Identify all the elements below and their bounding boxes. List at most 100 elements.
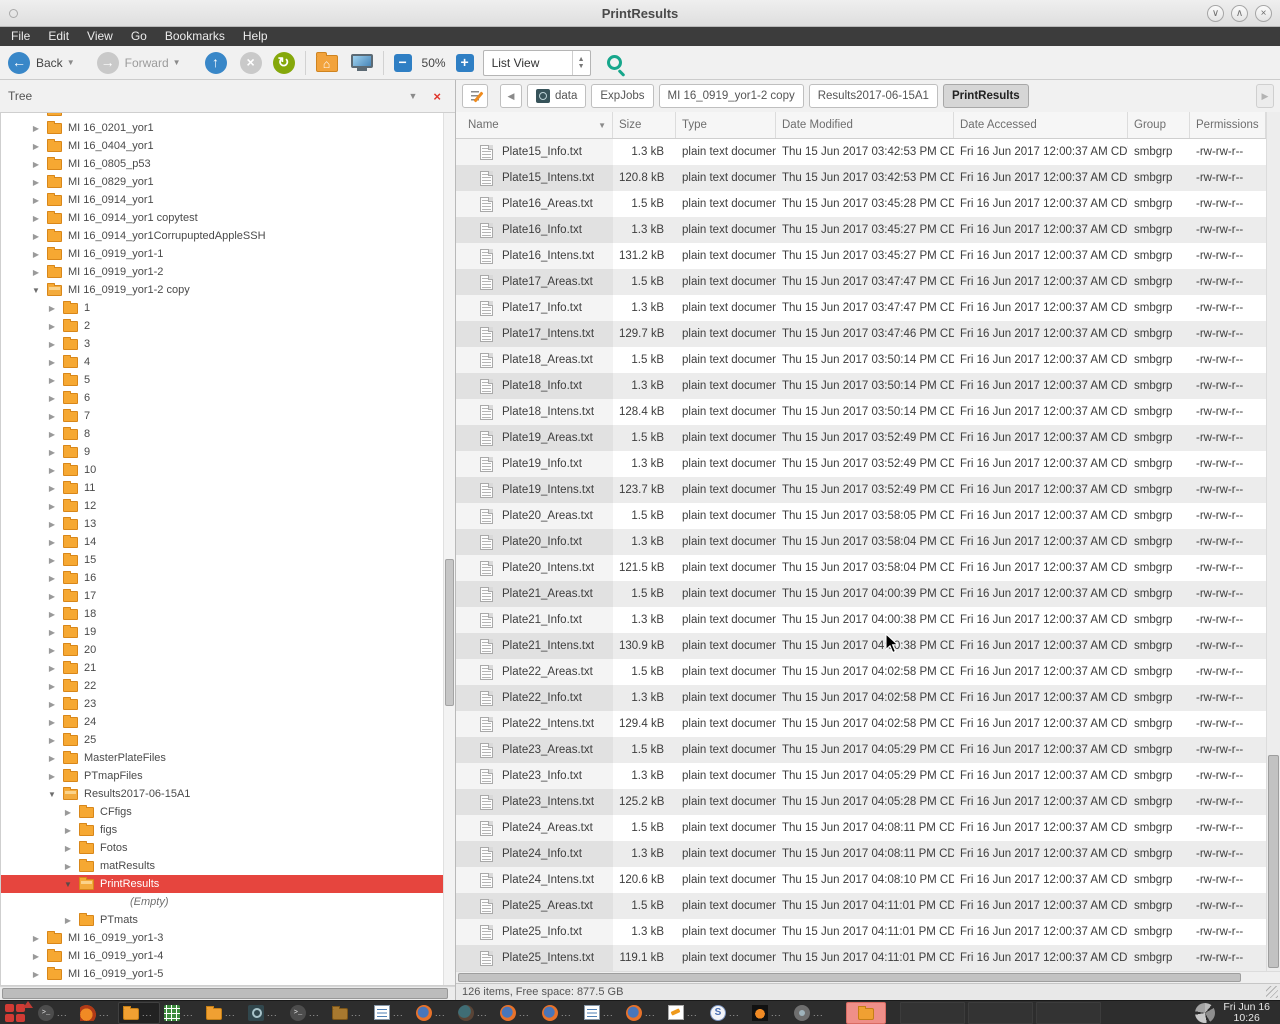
expand-expander-icon[interactable]: ▶ [47, 322, 57, 331]
menu-help[interactable]: Help [234, 27, 277, 46]
tree-item[interactable]: ▶Fotos [1, 839, 443, 857]
tree-item[interactable]: ▶14 [1, 533, 443, 551]
tree-item[interactable]: ▶11 [1, 479, 443, 497]
tree-item[interactable]: ▶CFfigs [1, 803, 443, 821]
expand-expander-icon[interactable]: ▶ [47, 718, 57, 727]
file-row[interactable]: Plate21_Areas.txt1.5 kBplain text docume… [456, 581, 1266, 607]
tree-item[interactable]: ▶MI 16_0914_yor1 copytest [1, 209, 443, 227]
expand-expander-icon[interactable]: ▶ [31, 952, 41, 961]
taskbar-window-button[interactable]: ... [76, 1002, 118, 1024]
tree-item[interactable] [1, 112, 443, 119]
tree-item[interactable]: ▶10 [1, 461, 443, 479]
expand-expander-icon[interactable]: ▶ [31, 178, 41, 187]
file-row[interactable]: Plate25_Info.txt1.3 kBplain text documen… [456, 919, 1266, 945]
expand-expander-icon[interactable]: ▶ [47, 412, 57, 421]
expand-expander-icon[interactable]: ▶ [63, 826, 73, 835]
tree-item[interactable]: ▶1 [1, 299, 443, 317]
expand-expander-icon[interactable]: ▶ [47, 304, 57, 313]
expand-expander-icon[interactable]: ▶ [31, 160, 41, 169]
column-header-group[interactable]: Group [1128, 112, 1190, 138]
tree-item[interactable]: ▶MI 16_0919_yor1-1 [1, 245, 443, 263]
file-row[interactable]: Plate20_Intens.txt121.5 kBplain text doc… [456, 555, 1266, 581]
launcher-logo-icon[interactable] [4, 1003, 30, 1023]
zoom-in-button[interactable]: + [456, 54, 474, 72]
tree-item[interactable]: ▶7 [1, 407, 443, 425]
breadcrumb-results2017-06-15a1[interactable]: Results2017-06-15A1 [809, 84, 938, 108]
computer-button[interactable] [351, 54, 373, 72]
collapse-expander-icon[interactable]: ▼ [47, 790, 57, 799]
taskbar-window-button[interactable]: ... [370, 1002, 412, 1024]
side-pane-dropdown-icon[interactable]: ▼ [398, 91, 427, 101]
file-row[interactable]: Plate21_Intens.txt130.9 kBplain text doc… [456, 633, 1266, 659]
column-header-name[interactable]: Name▼ [456, 112, 613, 138]
view-mode-spinner-icon[interactable]: ▲▼ [572, 51, 590, 75]
expand-expander-icon[interactable]: ▶ [63, 808, 73, 817]
refresh-button[interactable]: ↻ [273, 52, 295, 74]
column-header-accessed[interactable]: Date Accessed [954, 112, 1128, 138]
file-row[interactable]: Plate17_Info.txt1.3 kBplain text documen… [456, 295, 1266, 321]
file-row[interactable]: Plate23_Intens.txt125.2 kBplain text doc… [456, 789, 1266, 815]
taskbar-window-button[interactable]: ... [160, 1002, 202, 1024]
expand-expander-icon[interactable]: ▶ [47, 520, 57, 529]
tree-item[interactable]: ▶20 [1, 641, 443, 659]
file-row[interactable]: Plate23_Info.txt1.3 kBplain text documen… [456, 763, 1266, 789]
expand-expander-icon[interactable]: ▶ [31, 250, 41, 259]
taskbar-window-button[interactable]: >_... [34, 1002, 76, 1024]
tree-item[interactable]: ▶19 [1, 623, 443, 641]
file-row[interactable]: Plate15_Intens.txt120.8 kBplain text doc… [456, 165, 1266, 191]
taskbar-window-button[interactable]: ... [622, 1002, 664, 1024]
home-button[interactable]: ⌂ [316, 55, 338, 72]
expand-expander-icon[interactable]: ▶ [47, 394, 57, 403]
tree-item[interactable]: (Empty) [1, 893, 443, 911]
expand-expander-icon[interactable]: ▶ [47, 484, 57, 493]
tree-item[interactable]: ▼PrintResults [1, 875, 443, 893]
resize-grip[interactable] [1266, 986, 1278, 998]
file-row[interactable]: Plate18_Intens.txt128.4 kBplain text doc… [456, 399, 1266, 425]
tree-item[interactable]: ▶21 [1, 659, 443, 677]
expand-expander-icon[interactable]: ▶ [47, 754, 57, 763]
up-button[interactable]: ↑ [205, 52, 227, 74]
file-row[interactable]: Plate25_Areas.txt1.5 kBplain text docume… [456, 893, 1266, 919]
taskbar-window-button[interactable]: ... [328, 1002, 370, 1024]
expand-expander-icon[interactable]: ▶ [31, 232, 41, 241]
tree-item[interactable]: ▶MasterPlateFiles [1, 749, 443, 767]
taskbar-window-button[interactable]: ... [580, 1002, 622, 1024]
tree-item[interactable]: ▶figs [1, 821, 443, 839]
tree-item[interactable]: ▶4 [1, 353, 443, 371]
tree-horizontal-scrollbar[interactable] [0, 986, 455, 1000]
menu-bookmarks[interactable]: Bookmarks [156, 27, 234, 46]
forward-icon[interactable]: → [97, 52, 119, 74]
expand-expander-icon[interactable]: ▶ [47, 358, 57, 367]
path-scroll-left-button[interactable]: ◀ [500, 84, 522, 108]
tree-item[interactable]: ▶MI 16_0829_yor1 [1, 173, 443, 191]
taskbar-window-button[interactable]: ... [202, 1002, 244, 1024]
expand-expander-icon[interactable]: ▶ [47, 628, 57, 637]
tree-item[interactable]: ▶matResults [1, 857, 443, 875]
expand-expander-icon[interactable]: ▶ [31, 970, 41, 979]
file-row[interactable]: Plate24_Areas.txt1.5 kBplain text docume… [456, 815, 1266, 841]
stop-button[interactable]: × [240, 52, 262, 74]
collapse-expander-icon[interactable]: ▼ [63, 880, 73, 889]
view-mode-select[interactable]: List View ▲▼ [483, 50, 591, 76]
expand-expander-icon[interactable]: ▶ [47, 574, 57, 583]
forward-dropdown-icon[interactable]: ▼ [173, 58, 181, 67]
tree-item[interactable]: ▶3 [1, 335, 443, 353]
tree-item[interactable]: ▶12 [1, 497, 443, 515]
menu-edit[interactable]: Edit [39, 27, 78, 46]
tree-item[interactable]: ▶MI 16_0201_yor1 [1, 119, 443, 137]
tree-item[interactable]: ▶MI 16_0919_yor1-2 [1, 263, 443, 281]
file-row[interactable]: Plate24_Intens.txt120.6 kBplain text doc… [456, 867, 1266, 893]
tree-item[interactable]: ▶2 [1, 317, 443, 335]
taskbar-window-button[interactable]: ... [496, 1002, 538, 1024]
taskbar-window-button[interactable]: ... [790, 1002, 832, 1024]
tree-item[interactable]: ▶5 [1, 371, 443, 389]
tree-item[interactable]: ▶22 [1, 677, 443, 695]
file-row[interactable]: Plate18_Areas.txt1.5 kBplain text docume… [456, 347, 1266, 373]
expand-expander-icon[interactable]: ▶ [47, 466, 57, 475]
maximize-button[interactable]: ∧ [1231, 5, 1248, 22]
file-row[interactable]: Plate17_Areas.txt1.5 kBplain text docume… [456, 269, 1266, 295]
back-icon[interactable]: ← [8, 52, 30, 74]
tree-item[interactable]: ▶15 [1, 551, 443, 569]
expand-expander-icon[interactable]: ▶ [47, 736, 57, 745]
taskbar-window-button[interactable]: >_... [286, 1002, 328, 1024]
